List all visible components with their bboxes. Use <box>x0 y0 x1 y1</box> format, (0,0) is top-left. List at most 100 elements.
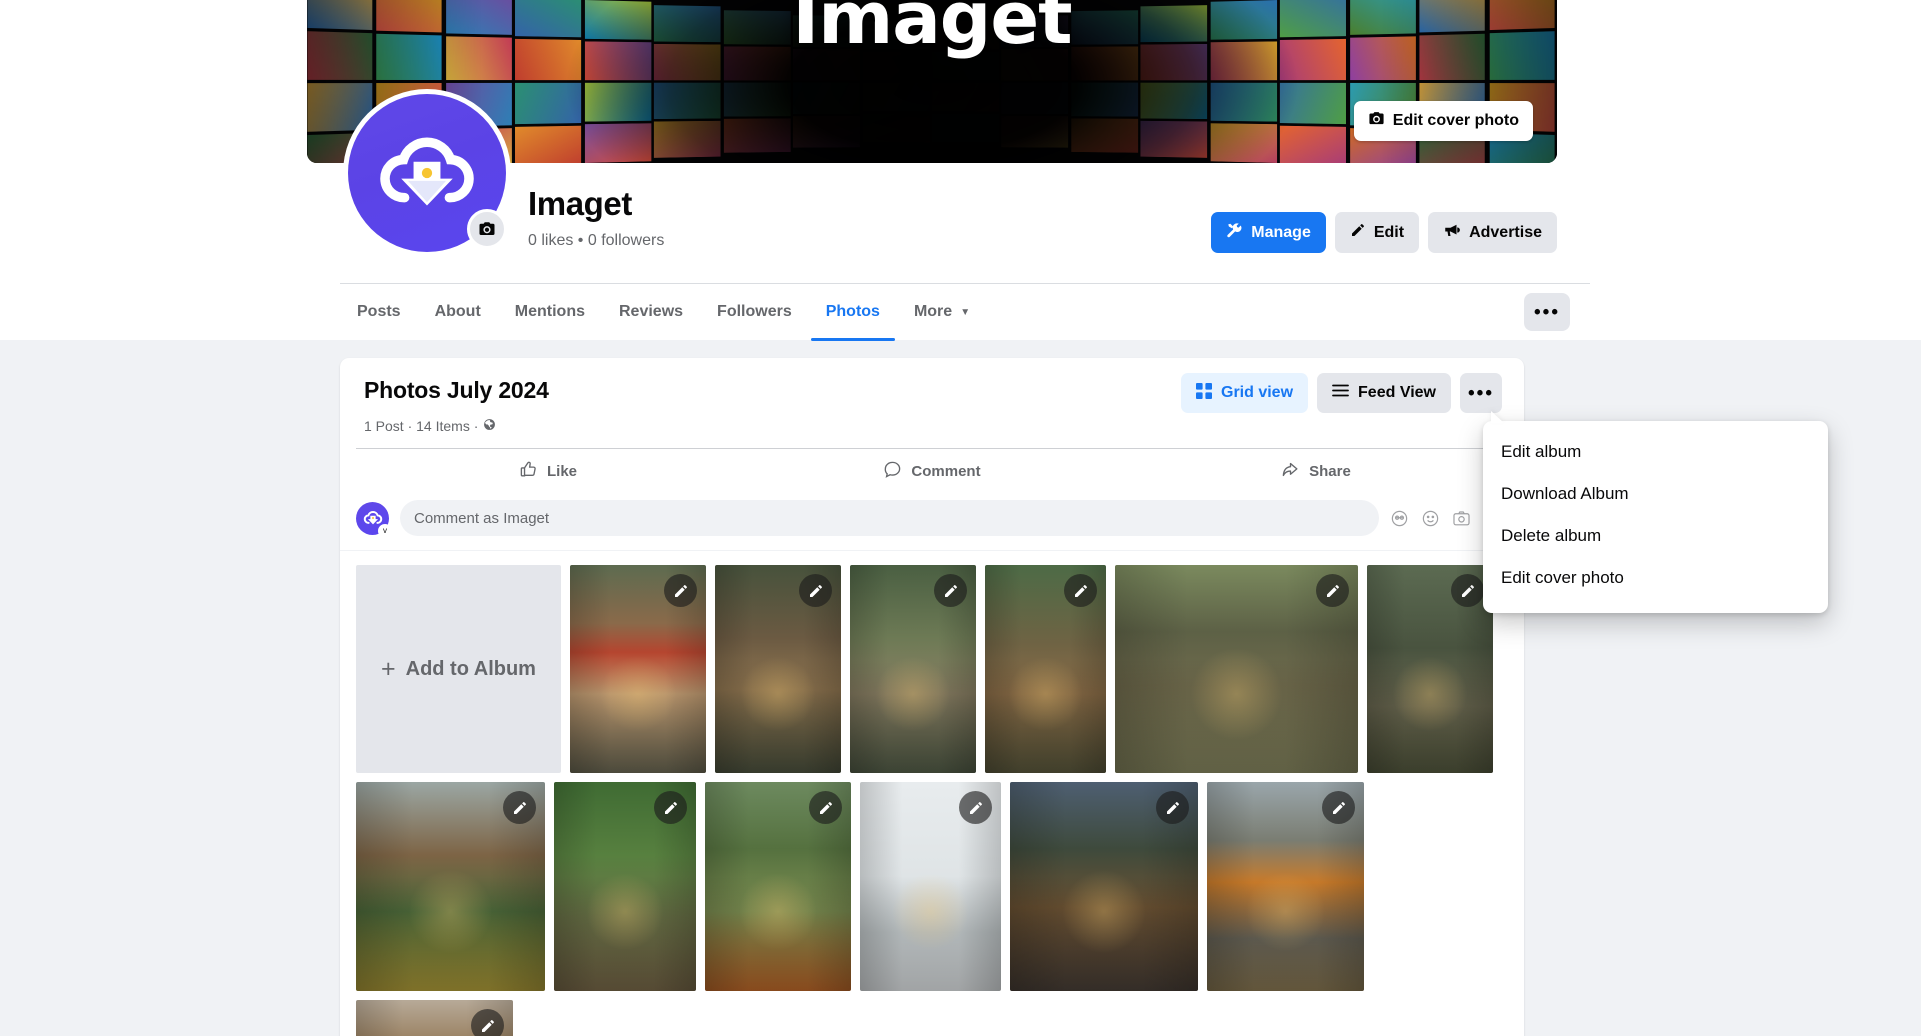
menu-item-edit-cover-photo[interactable]: Edit cover photo <box>1483 557 1828 599</box>
photo-edit-button[interactable] <box>799 574 832 607</box>
pencil-icon <box>808 583 824 599</box>
add-to-album-tile[interactable]: + Add to Album <box>356 565 561 773</box>
photo-thumbnail[interactable] <box>850 565 976 773</box>
edit-button[interactable]: Edit <box>1335 212 1419 253</box>
pencil-icon <box>818 800 834 816</box>
photo-thumbnail[interactable] <box>570 565 706 773</box>
tab-label: Photos <box>826 303 880 321</box>
tab-reviews[interactable]: Reviews <box>602 289 700 335</box>
nav-more-options-button[interactable]: ••• <box>1524 293 1570 331</box>
pencil-icon <box>480 1018 496 1034</box>
chevron-down-icon: ▼ <box>960 307 970 318</box>
photo-grid-section: + Add to Album <box>340 550 1524 1036</box>
feed-view-label: Feed View <box>1358 384 1436 402</box>
photo-thumbnail[interactable] <box>554 782 696 991</box>
manage-button[interactable]: Manage <box>1211 212 1326 253</box>
pencil-icon <box>673 583 689 599</box>
tab-label: More <box>914 303 952 321</box>
manage-button-label: Manage <box>1251 224 1311 242</box>
tab-label: Followers <box>717 303 792 321</box>
photo-thumbnail[interactable] <box>715 565 841 773</box>
tab-label: Mentions <box>515 303 585 321</box>
avatar-camera-button[interactable] <box>467 209 507 249</box>
photo-edit-button[interactable] <box>664 574 697 607</box>
pencil-icon <box>1350 222 1366 243</box>
photo-edit-button[interactable] <box>1451 574 1484 607</box>
album-options-menu: Edit albumDownload AlbumDelete albumEdit… <box>1483 421 1828 613</box>
album-options-button[interactable]: ••• <box>1460 373 1502 413</box>
photo-thumbnail[interactable] <box>356 782 545 991</box>
camera-icon[interactable] <box>1452 509 1471 528</box>
pencil-icon <box>1460 583 1476 599</box>
tab-label: About <box>435 303 481 321</box>
tab-about[interactable]: About <box>418 289 498 335</box>
emoji-icon[interactable] <box>1421 509 1440 528</box>
photo-edit-button[interactable] <box>1156 791 1189 824</box>
album-subtitle-text: 1 Post · 14 Items · <box>364 418 478 434</box>
avatar-sticker-icon[interactable] <box>1390 509 1409 528</box>
photo-thumbnail[interactable] <box>1115 565 1358 773</box>
pencil-icon <box>1073 583 1089 599</box>
page-stats: 0 likes • 0 followers <box>528 232 664 250</box>
advertise-button-label: Advertise <box>1469 224 1542 242</box>
photo-thumbnail[interactable] <box>356 1000 513 1036</box>
cover-title-text: Imaget <box>307 0 1557 60</box>
pencil-icon <box>512 800 528 816</box>
photo-edit-button[interactable] <box>809 791 842 824</box>
tab-followers[interactable]: Followers <box>700 289 809 335</box>
photo-edit-button[interactable] <box>1316 574 1349 607</box>
nav-tabs: Posts About Mentions Reviews Followers Photos… <box>340 286 987 341</box>
grid-view-button[interactable]: Grid view <box>1181 373 1308 413</box>
comment-bubble-icon <box>883 460 902 483</box>
photo-edit-button[interactable] <box>654 791 687 824</box>
like-button[interactable]: Like <box>356 453 740 491</box>
feed-view-button[interactable]: Feed View <box>1317 373 1451 413</box>
comment-placeholder: Comment as Imaget <box>414 510 549 527</box>
tab-more[interactable]: More ▼ <box>897 289 987 335</box>
photo-thumbnail[interactable] <box>1010 782 1198 991</box>
ellipsis-icon: ••• <box>1534 303 1560 322</box>
menu-item-edit-album[interactable]: Edit album <box>1483 431 1828 473</box>
photo-thumbnail[interactable] <box>1367 565 1493 773</box>
comment-label: Comment <box>911 463 980 480</box>
album-view-controls: Grid view Feed View ••• <box>1181 373 1502 413</box>
profile-info: Imaget 0 likes • 0 followers <box>528 185 664 250</box>
globe-icon <box>483 418 496 434</box>
composer-avatar[interactable]: v <box>356 502 389 535</box>
photo-thumbnail[interactable] <box>985 565 1106 773</box>
comment-input[interactable]: Comment as Imaget <box>400 500 1379 536</box>
pencil-icon <box>1331 800 1347 816</box>
photo-edit-button[interactable] <box>503 791 536 824</box>
avatar[interactable] <box>343 89 511 257</box>
advertise-button[interactable]: Advertise <box>1428 212 1557 253</box>
thumbs-up-icon <box>519 460 538 483</box>
comment-button[interactable]: Comment <box>740 453 1124 491</box>
tab-posts[interactable]: Posts <box>340 289 418 335</box>
add-to-album-label: Add to Album <box>406 658 536 681</box>
tab-photos[interactable]: Photos <box>809 289 897 335</box>
pencil-icon <box>1325 583 1341 599</box>
photo-thumbnail[interactable] <box>860 782 1001 991</box>
photo-edit-button[interactable] <box>959 791 992 824</box>
photo-thumbnail[interactable] <box>1207 782 1364 991</box>
photo-edit-button[interactable] <box>1322 791 1355 824</box>
menu-item-delete-album[interactable]: Delete album <box>1483 515 1828 557</box>
tab-mentions[interactable]: Mentions <box>498 289 602 335</box>
share-arrow-icon <box>1281 460 1300 483</box>
album-header: Photos July 2024 1 Post · 14 Items · <box>340 358 1524 434</box>
photo-edit-button[interactable] <box>1064 574 1097 607</box>
edit-cover-photo-button[interactable]: Edit cover photo <box>1354 101 1533 141</box>
share-button[interactable]: Share <box>1124 453 1508 491</box>
camera-icon <box>1368 110 1385 132</box>
photo-edit-button[interactable] <box>471 1009 504 1036</box>
tab-label: Posts <box>357 303 401 321</box>
pencil-icon <box>663 800 679 816</box>
photo-grid: + Add to Album <box>356 565 1508 1036</box>
plus-icon: + <box>381 655 396 684</box>
page-navigation: Posts About Mentions Reviews Followers Photos… <box>340 283 1590 340</box>
photo-thumbnail[interactable] <box>705 782 851 991</box>
photo-edit-button[interactable] <box>934 574 967 607</box>
edit-button-label: Edit <box>1374 224 1404 242</box>
menu-item-download-album[interactable]: Download Album <box>1483 473 1828 515</box>
megaphone-icon <box>1443 221 1461 244</box>
